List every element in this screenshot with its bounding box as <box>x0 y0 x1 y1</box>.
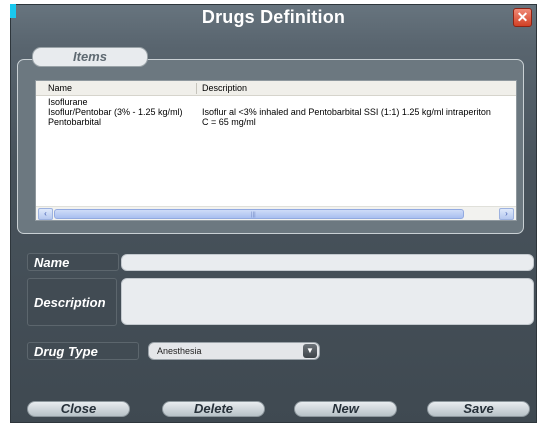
save-button[interactable]: Save <box>427 401 530 417</box>
cell-name: Isoflurane <box>48 97 88 107</box>
items-table[interactable]: Name Description Isoflurane Isoflur/Pent… <box>35 80 517 221</box>
scroll-left-icon[interactable]: ‹ <box>38 208 53 220</box>
scroll-right-icon[interactable]: › <box>499 208 514 220</box>
horizontal-scrollbar[interactable]: ‹ ||| › <box>36 206 516 220</box>
name-label: Name <box>27 253 119 271</box>
description-field[interactable] <box>121 278 534 325</box>
drug-type-value: Anesthesia <box>157 346 202 356</box>
table-row[interactable]: Isoflurane <box>36 97 516 107</box>
scrollbar-thumb[interactable]: ||| <box>54 209 464 219</box>
name-field[interactable] <box>121 254 534 271</box>
cell-name: Pentobarbital <box>48 117 102 127</box>
items-table-body: Isoflurane Isoflur/Pentobar (3% - 1.25 k… <box>36 97 516 127</box>
drug-type-select[interactable]: Anesthesia ▼ <box>148 342 320 360</box>
chevron-down-icon[interactable]: ▼ <box>303 344 317 358</box>
title-bar: Drugs Definition ✕ <box>10 4 537 33</box>
column-header-name[interactable]: Name <box>48 83 72 93</box>
close-button[interactable]: Close <box>27 401 130 417</box>
delete-button[interactable]: Delete <box>162 401 265 417</box>
column-separator[interactable] <box>196 83 197 94</box>
scrollbar-grip-icon: ||| <box>251 212 256 218</box>
cell-description: C = 65 mg/ml <box>202 117 256 127</box>
items-table-header: Name Description <box>36 81 516 96</box>
items-group-label: Items <box>32 47 148 67</box>
name-label-text: Name <box>34 255 70 270</box>
drug-type-label: Drug Type <box>27 342 139 360</box>
description-label: Description <box>27 278 117 326</box>
table-row[interactable]: Isoflur/Pentobar (3% - 1.25 kg/ml) Isofl… <box>36 107 516 117</box>
window-title: Drugs Definition <box>201 7 346 27</box>
column-header-description[interactable]: Description <box>202 83 247 93</box>
table-row[interactable]: Pentobarbital C = 65 mg/ml <box>36 117 516 127</box>
new-button[interactable]: New <box>294 401 397 417</box>
close-window-icon[interactable]: ✕ <box>513 8 532 27</box>
drug-type-label-text: Drug Type <box>34 344 98 359</box>
cell-description: Isoflur al <3% inhaled and Pentobarbital… <box>202 107 491 117</box>
cell-name: Isoflur/Pentobar (3% - 1.25 kg/ml) <box>48 107 183 117</box>
description-label-text: Description <box>34 295 106 310</box>
